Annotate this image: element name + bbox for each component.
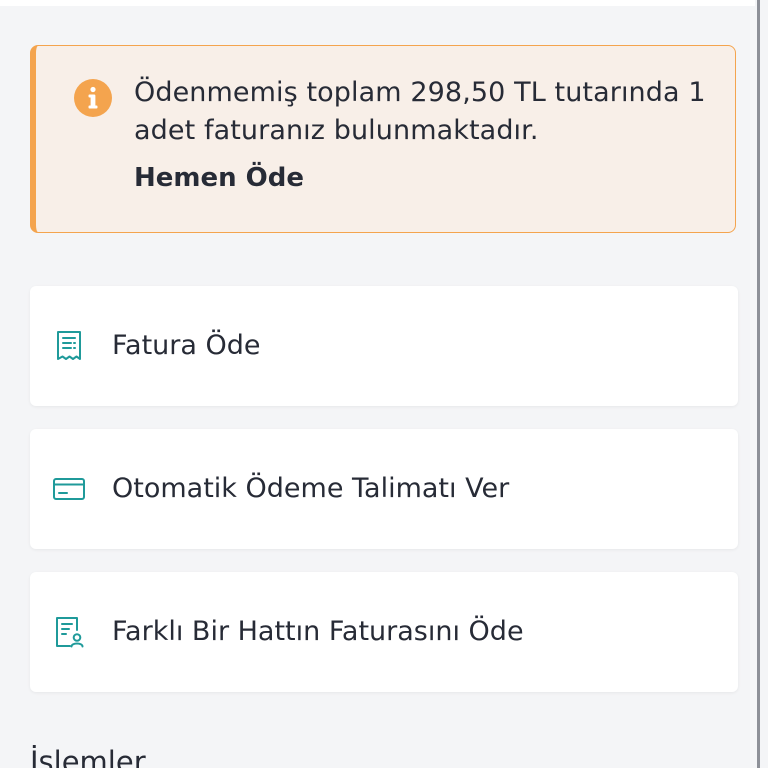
pay-bill-label: Fatura Öde bbox=[112, 330, 261, 361]
auto-payment-order-button[interactable]: Otomatik Ödeme Talimatı Ver bbox=[30, 429, 738, 549]
receipt-icon bbox=[57, 331, 81, 360]
credit-card-icon bbox=[53, 478, 85, 500]
pay-other-line-bill-button[interactable]: Farklı Bir Hattın Faturasını Öde bbox=[30, 572, 738, 692]
bill-payment-page: Ödenmemiş toplam 298,50 TL tutarında 1 a… bbox=[0, 0, 768, 768]
pay-bill-button[interactable]: Fatura Öde bbox=[30, 286, 738, 406]
auto-payment-order-label: Otomatik Ödeme Talimatı Ver bbox=[112, 473, 510, 504]
info-icon bbox=[74, 79, 112, 117]
header-strip bbox=[0, 0, 755, 6]
receipt-user-icon bbox=[56, 617, 84, 648]
pay-now-link[interactable]: Hemen Öde bbox=[134, 163, 304, 193]
scrollbar[interactable] bbox=[757, 0, 760, 768]
pay-other-line-bill-label: Farklı Bir Hattın Faturasını Öde bbox=[112, 616, 524, 647]
section-title: İşlemler bbox=[30, 745, 146, 768]
unpaid-bill-alert: Ödenmemiş toplam 298,50 TL tutarında 1 a… bbox=[30, 45, 736, 233]
alert-message: Ödenmemiş toplam 298,50 TL tutarında 1 a… bbox=[134, 77, 706, 146]
